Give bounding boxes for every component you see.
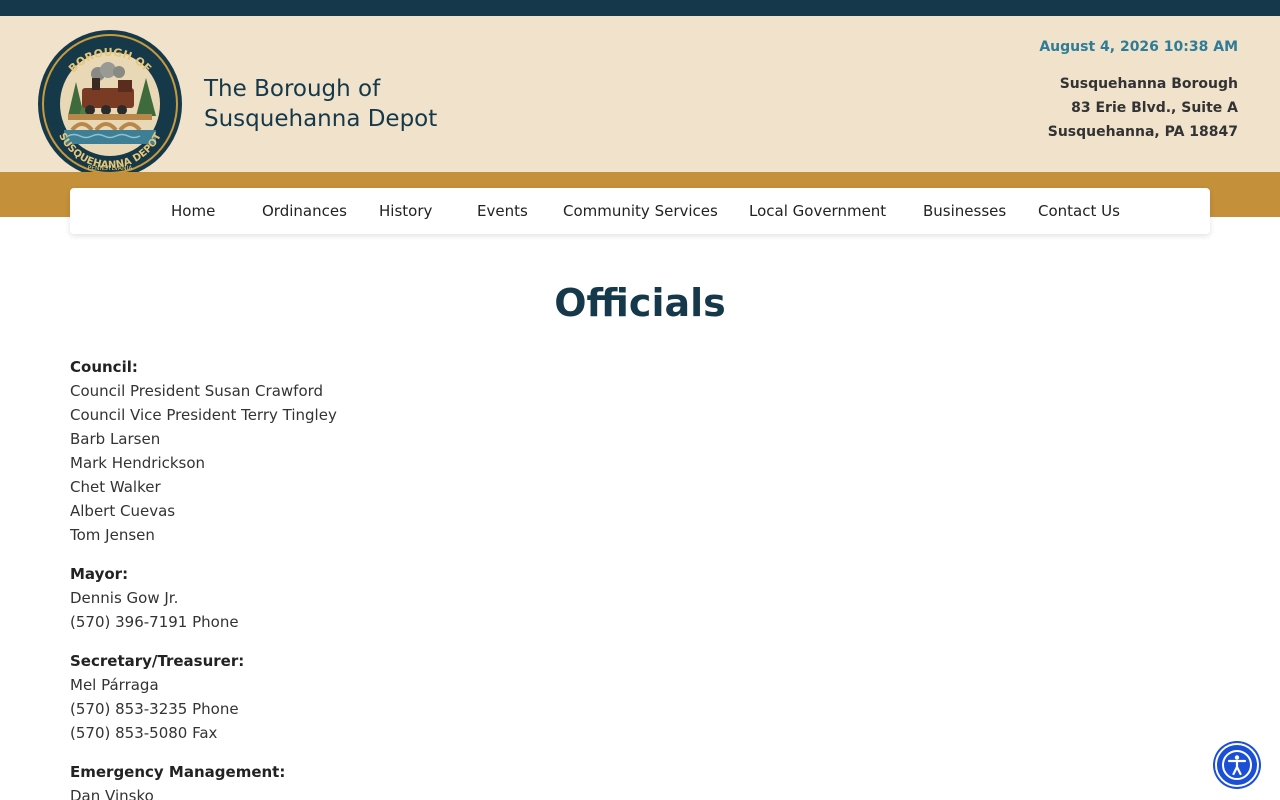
list-item: (570) 853-5080 Fax	[70, 724, 218, 742]
address-city: Susquehanna, PA 18847	[1047, 124, 1238, 140]
list-item: Barb Larsen	[70, 430, 161, 448]
list-item: (570) 396-7191 Phone	[70, 613, 239, 631]
nav-item-history[interactable]: History	[379, 188, 432, 234]
council-section: Council: Council President Susan Crawfor…	[70, 355, 770, 547]
nav-item-ordinances[interactable]: Ordinances	[262, 188, 347, 234]
address-name: Susquehanna Borough	[1059, 76, 1238, 92]
accessibility-icon	[1222, 750, 1252, 780]
list-item: (570) 853-3235 Phone	[70, 700, 239, 718]
section-title: Mayor:	[70, 565, 129, 583]
list-item: Council Vice President Terry Tingley	[70, 406, 337, 424]
secretary-treasurer-section: Secretary/Treasurer: Mel Párraga (570) 8…	[70, 649, 770, 745]
nav-item-local-government[interactable]: Local Government	[749, 188, 886, 234]
site-title[interactable]: The Borough of Susquehanna Depot	[204, 74, 437, 134]
borough-seal-logo[interactable]: BOROUGH OF SUSQUEHANNA DEPOT PENNSYLVANI…	[38, 30, 182, 178]
nav-item-events[interactable]: Events	[477, 188, 528, 234]
nav-item-home[interactable]: Home	[171, 188, 215, 234]
site-header: BOROUGH OF SUSQUEHANNA DEPOT PENNSYLVANI…	[0, 16, 1280, 178]
section-title: Council:	[70, 358, 138, 376]
list-item: Dan Vinsko	[70, 787, 154, 800]
section-title: Secretary/Treasurer:	[70, 652, 245, 670]
list-item: Mark Hendrickson	[70, 454, 206, 472]
site-title-line-2[interactable]: Susquehanna Depot	[204, 104, 437, 134]
nav-item-contact-us[interactable]: Contact Us	[1038, 188, 1120, 234]
officials-content: Council: Council President Susan Crawfor…	[70, 355, 770, 800]
mayor-section: Mayor: Dennis Gow Jr. (570) 396-7191 Pho…	[70, 562, 770, 634]
list-item: Tom Jensen	[70, 526, 155, 544]
current-datetime: August 4, 2026 10:38 AM	[1039, 39, 1238, 55]
list-item: Albert Cuevas	[70, 502, 176, 520]
site-title-line-1[interactable]: The Borough of	[204, 74, 437, 104]
list-item: Council President Susan Crawford	[70, 382, 324, 400]
top-bar	[0, 0, 1280, 16]
list-item: Dennis Gow Jr.	[70, 589, 179, 607]
header-info: August 4, 2026 10:38 AM Susquehanna Boro…	[1039, 38, 1238, 144]
list-item: Chet Walker	[70, 478, 161, 496]
page-title: Officials	[554, 281, 726, 325]
main-nav: Home Ordinances History Events Community…	[70, 188, 1210, 234]
address-street: 83 Erie Blvd., Suite A	[1071, 100, 1238, 116]
nav-item-businesses[interactable]: Businesses	[923, 188, 1006, 234]
section-title: Emergency Management:	[70, 763, 286, 781]
seal-text-state: PENNSYLVANIA	[88, 165, 134, 172]
emergency-management-section: Emergency Management: Dan Vinsko	[70, 760, 770, 800]
nav-item-community-services[interactable]: Community Services	[563, 188, 718, 234]
accessibility-button[interactable]	[1215, 743, 1259, 787]
list-item: Mel Párraga	[70, 676, 159, 694]
